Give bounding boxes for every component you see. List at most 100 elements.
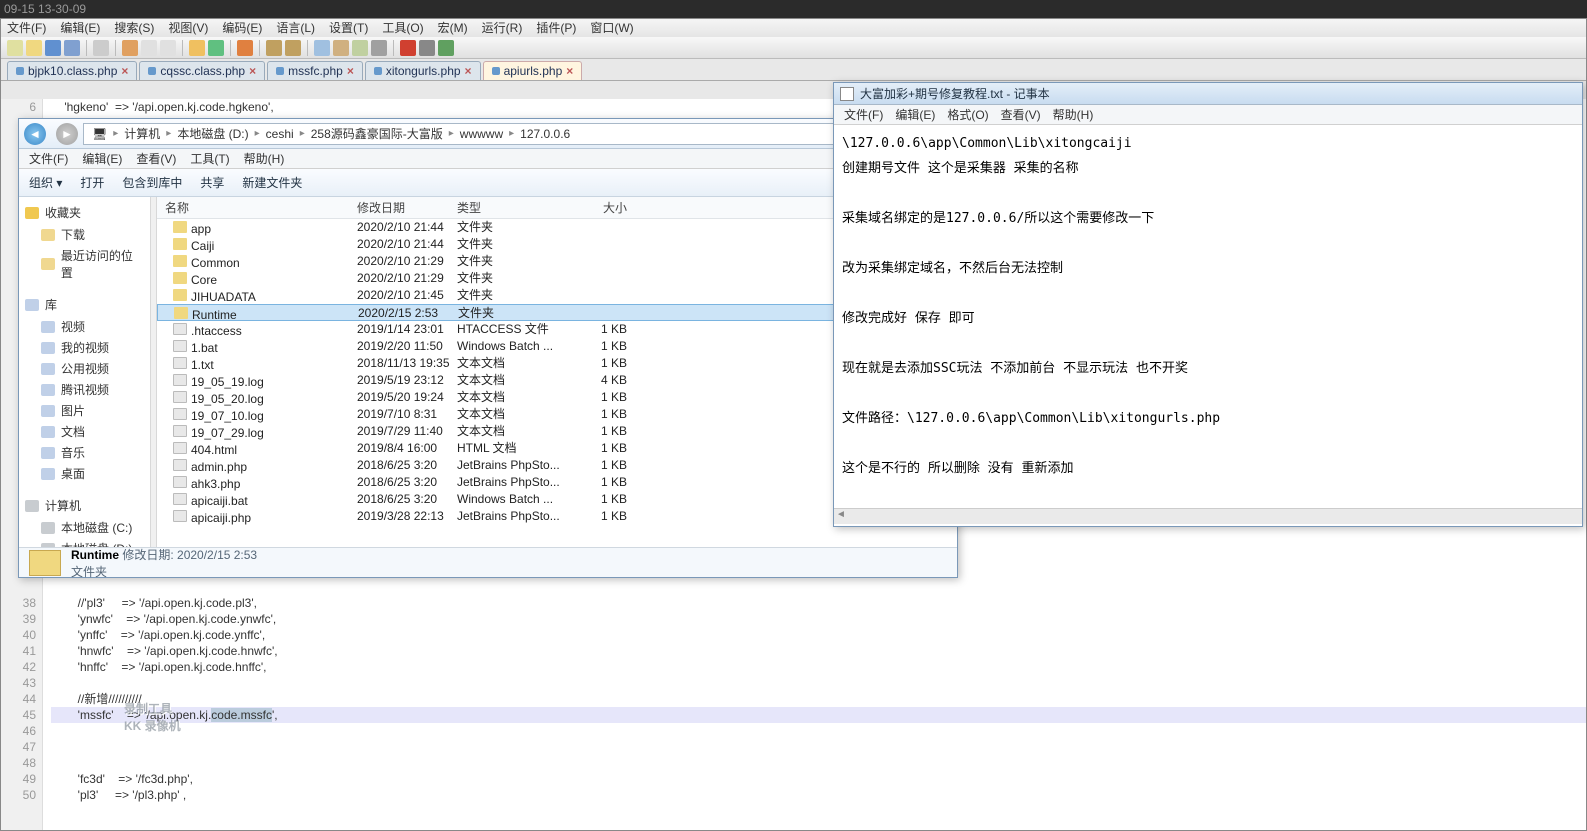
stop-icon[interactable] [419, 40, 435, 56]
explorer-navbar: ◄ ► 🖥▸计算机▸本地磁盘 (D:)▸ceshi▸258源码鑫豪国际-大富版▸… [19, 119, 957, 149]
close-icon[interactable]: × [121, 64, 128, 78]
editor-tab[interactable]: cqssc.class.php× [139, 61, 265, 80]
open-icon[interactable] [26, 40, 42, 56]
cut-icon[interactable] [122, 40, 138, 56]
menu-item[interactable]: 窗口(W) [590, 19, 633, 37]
menu-item[interactable]: 编辑(E) [82, 149, 122, 168]
copy-icon[interactable] [141, 40, 157, 56]
menu-item[interactable]: 工具(T) [190, 149, 229, 168]
menu-item[interactable]: 文件(F) [29, 149, 68, 168]
file-icon [173, 442, 187, 454]
saveall-icon[interactable] [64, 40, 80, 56]
explorer-tree[interactable]: 收藏夹下载最近访问的位置库视频我的视频公用视频腾讯视频图片文档音乐桌面计算机本地… [19, 197, 151, 547]
folder-icon [173, 272, 187, 284]
file-icon [173, 340, 187, 352]
tree-libraries[interactable]: 库 [19, 293, 150, 316]
editor-tab[interactable]: mssfc.php× [267, 61, 363, 80]
explorer-menu: 文件(F) 编辑(E) 查看(V) 工具(T) 帮助(H) [19, 149, 957, 169]
menu-item[interactable]: 编辑(E) [895, 105, 935, 124]
col-size[interactable]: 大小 [577, 197, 637, 218]
menu-item[interactable]: 宏(M) [438, 19, 468, 37]
undo-icon[interactable] [189, 40, 205, 56]
file-icon [148, 67, 156, 75]
save-icon[interactable] [45, 40, 61, 56]
tree-item[interactable]: 腾讯视频 [19, 379, 150, 400]
tree-item[interactable]: 我的视频 [19, 337, 150, 358]
menu-item[interactable]: 格式(O) [947, 105, 988, 124]
menu-item[interactable]: 插件(P) [536, 19, 576, 37]
forward-button[interactable]: ► [53, 122, 81, 146]
menu-item[interactable]: 设置(T) [329, 19, 368, 37]
new-icon[interactable] [7, 40, 23, 56]
breadcrumb-segment[interactable]: wwwww [456, 127, 507, 141]
col-type[interactable]: 类型 [457, 197, 577, 218]
col-name[interactable]: 名称 [157, 197, 357, 218]
notepad-titlebar[interactable]: 大富加彩+期号修复教程.txt - 记事本 [834, 83, 1582, 105]
breadcrumb-segment[interactable]: 计算机 [120, 125, 164, 142]
col-date[interactable]: 修改日期 [357, 197, 457, 218]
play-icon[interactable] [438, 40, 454, 56]
breadcrumb-segment[interactable]: 本地磁盘 (D:) [173, 125, 252, 142]
tree-item[interactable]: 桌面 [19, 463, 150, 484]
notepad-body[interactable]: \127.0.0.6\app\Common\Lib\xitongcaiji 创建… [834, 125, 1582, 508]
tree-item[interactable]: 视频 [19, 316, 150, 337]
status-thumbnail-icon [29, 550, 61, 576]
find-icon[interactable] [237, 40, 253, 56]
tree-item[interactable]: 下载 [19, 224, 150, 245]
notepad-scrollbar[interactable] [834, 508, 1582, 524]
editor-tab[interactable]: apiurls.php× [483, 61, 583, 80]
menu-item[interactable]: 帮助(H) [1053, 105, 1094, 124]
explorer-command-bar: 组织 ▾ 打开 包含到库中 共享 新建文件夹 [19, 169, 957, 197]
toggle-icon[interactable] [314, 40, 330, 56]
back-button[interactable]: ◄ [21, 122, 49, 146]
print-icon[interactable] [93, 40, 109, 56]
file-icon [173, 425, 187, 437]
toggle-icon[interactable] [352, 40, 368, 56]
zoom-out-icon[interactable] [285, 40, 301, 56]
close-icon[interactable]: × [347, 64, 354, 78]
tree-item[interactable]: 公用视频 [19, 358, 150, 379]
menu-item[interactable]: 文件(F) [7, 19, 46, 37]
zoom-in-icon[interactable] [266, 40, 282, 56]
menu-item[interactable]: 语言(L) [276, 19, 315, 37]
menu-item[interactable]: 视图(V) [168, 19, 208, 37]
tree-item[interactable]: 音乐 [19, 442, 150, 463]
tree-item[interactable]: 文档 [19, 421, 150, 442]
breadcrumb-segment[interactable]: 127.0.0.6 [516, 127, 574, 141]
tree-item[interactable]: 图片 [19, 400, 150, 421]
menu-item[interactable]: 编辑(E) [60, 19, 100, 37]
folder-icon [173, 221, 187, 233]
breadcrumb-segment[interactable]: 258源码鑫豪国际-大富版 [307, 125, 447, 142]
record-icon[interactable] [400, 40, 416, 56]
command-item[interactable]: 打开 [80, 174, 104, 191]
menu-item[interactable]: 编码(E) [222, 19, 262, 37]
menu-item[interactable]: 帮助(H) [244, 149, 285, 168]
toggle-icon[interactable] [371, 40, 387, 56]
command-item[interactable]: 组织 ▾ [29, 174, 62, 191]
command-item[interactable]: 包含到库中 [122, 174, 182, 191]
menu-item[interactable]: 查看(V) [1001, 105, 1041, 124]
editor-toolbar [1, 37, 1586, 59]
menu-item[interactable]: 文件(F) [844, 105, 883, 124]
editor-tab[interactable]: xitongurls.php× [365, 61, 481, 80]
tree-item[interactable]: 本地磁盘 (C:) [19, 517, 150, 538]
toggle-icon[interactable] [333, 40, 349, 56]
tab-label: bjpk10.class.php [28, 64, 117, 78]
close-icon[interactable]: × [465, 64, 472, 78]
paste-icon[interactable] [160, 40, 176, 56]
menu-item[interactable]: 运行(R) [482, 19, 523, 37]
close-icon[interactable]: × [566, 64, 573, 78]
close-icon[interactable]: × [249, 64, 256, 78]
tree-item[interactable]: 最近访问的位置 [19, 245, 150, 283]
menu-item[interactable]: 查看(V) [136, 149, 176, 168]
breadcrumb-segment[interactable]: ceshi [262, 127, 298, 141]
tree-favorites[interactable]: 收藏夹 [19, 201, 150, 224]
menu-item[interactable]: 搜索(S) [114, 19, 154, 37]
redo-icon[interactable] [208, 40, 224, 56]
tree-computer[interactable]: 计算机 [19, 494, 150, 517]
editor-tab[interactable]: bjpk10.class.php × [7, 61, 137, 80]
command-item[interactable]: 共享 [200, 174, 224, 191]
menu-item[interactable]: 工具(O) [382, 19, 423, 37]
breadcrumb[interactable]: 🖥▸计算机▸本地磁盘 (D:)▸ceshi▸258源码鑫豪国际-大富版▸wwww… [83, 123, 939, 145]
command-item[interactable]: 新建文件夹 [242, 174, 302, 191]
